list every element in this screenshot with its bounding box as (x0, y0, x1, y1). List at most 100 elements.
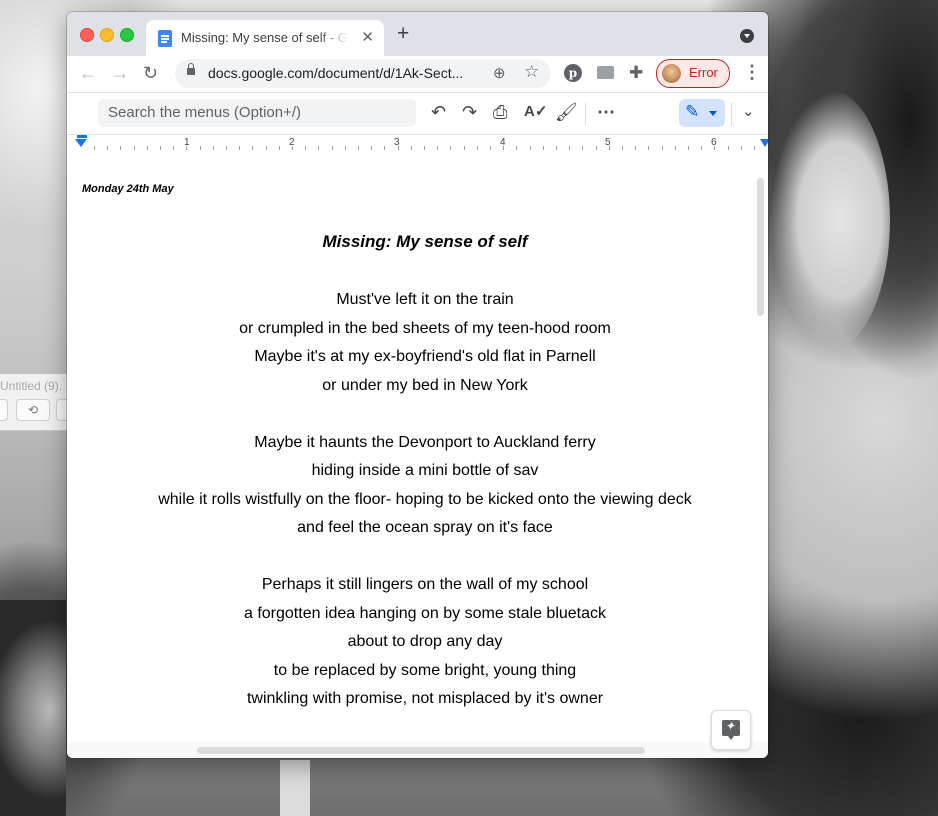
reload-icon[interactable]: ↻ (143, 63, 158, 83)
tab-strip: Missing: My sense of self - Google Docs … (67, 12, 768, 56)
toolbar-divider (731, 103, 732, 125)
forward-icon[interactable]: → (111, 63, 129, 83)
wallpaper-photo-face (770, 90, 890, 350)
document-page[interactable]: Monday 24th May Missing: My sense of sel… (67, 152, 753, 742)
poem-body: Must've left it on the train or crumpled… (67, 290, 768, 718)
ruler-tick (332, 146, 333, 150)
poem-line: while it rolls wistfully on the floor- h… (158, 490, 692, 508)
ruler-tick (147, 146, 148, 150)
profile-error-button[interactable]: Error (656, 59, 730, 88)
browser-toolbar: ← → ↻ docs.google.com/document/d/1Ak-Sec… (67, 56, 768, 92)
menu-search-placeholder: Search the menus (Option+/) (108, 104, 302, 121)
ruler-tick (252, 146, 253, 150)
ruler-tick (411, 146, 412, 150)
poem-line: Perhaps it still lingers on the wall of … (261, 576, 589, 593)
vertical-scrollbar[interactable] (753, 152, 768, 742)
ruler[interactable]: 1 2 3 4 5 6 (67, 134, 768, 154)
ruler-tick (173, 146, 174, 150)
poem-line: twinkling with promise, not misplaced by… (246, 690, 604, 707)
ruler-tick (450, 146, 451, 150)
ruler-tick (94, 146, 95, 150)
ruler-number: 1 (184, 137, 190, 148)
collapse-toolbar-icon[interactable]: ⌄ (742, 101, 755, 123)
poem-line: to be replaced by some bright, young thi… (273, 661, 577, 679)
ruler-tick (701, 146, 702, 150)
menu-search-input[interactable]: Search the menus (Option+/) (98, 99, 416, 127)
ruler-tick (516, 146, 517, 150)
more-icon[interactable]: ⋯ (597, 101, 615, 123)
ruler-tick (464, 146, 465, 150)
ruler-number: 4 (500, 137, 506, 148)
background-window[interactable]: Untitled (9). ⟲ (0, 374, 78, 431)
vertical-scroll-thumb[interactable] (757, 178, 764, 316)
browser-menu-icon[interactable]: ⋮ (743, 62, 761, 83)
minimize-window-button[interactable] (100, 28, 114, 42)
wallpaper-photo-strip (280, 760, 310, 816)
explore-button[interactable] (711, 710, 751, 750)
bookmark-star-icon[interactable]: ☆ (524, 62, 539, 82)
ruler-tick (345, 146, 346, 150)
ruler-tick (556, 146, 557, 150)
ruler-tick (688, 146, 689, 150)
ruler-number: 2 (289, 137, 295, 148)
horizontal-scrollbar[interactable] (67, 742, 753, 758)
left-indent-marker[interactable] (75, 139, 87, 147)
stanza-break (67, 547, 768, 576)
background-window-button[interactable] (0, 399, 8, 421)
address-bar[interactable]: docs.google.com/document/d/1Ak-Sect... ⊕… (175, 59, 551, 88)
explore-icon (722, 719, 740, 736)
close-tab-icon[interactable]: ✕ (361, 28, 374, 46)
ruler-tick (305, 146, 306, 150)
background-window-rotate-icon[interactable]: ⟲ (16, 399, 50, 421)
ruler-tick (662, 146, 663, 150)
zoom-window-button[interactable] (120, 28, 134, 42)
ruler-tick (318, 146, 319, 150)
ruler-tick (160, 146, 161, 150)
paint-format-icon[interactable]: 🖌 (555, 101, 578, 123)
tab-search-icon[interactable] (740, 29, 754, 43)
right-indent-marker[interactable] (760, 139, 768, 147)
ruler-tick (754, 146, 755, 150)
first-line-indent-marker[interactable] (77, 135, 87, 138)
ruler-tick (213, 146, 214, 150)
avatar (662, 64, 681, 83)
ruler-tick (622, 146, 623, 150)
spellcheck-icon[interactable]: A✓ (524, 101, 547, 123)
ruler-tick (239, 146, 240, 150)
puzzle-icon[interactable]: ✚ (629, 64, 647, 82)
lock-icon[interactable] (187, 63, 195, 75)
ruler-tick (358, 146, 359, 150)
ruler-tick (424, 146, 425, 150)
pinterest-icon[interactable]: p (564, 64, 582, 82)
ruler-tick (582, 146, 583, 150)
ruler-tick (530, 146, 531, 150)
chevron-down-icon (709, 111, 717, 116)
editing-mode-button[interactable]: ✎ (679, 99, 725, 127)
address-url[interactable]: docs.google.com/document/d/1Ak-Sect... (208, 65, 463, 81)
poem-line: or crumpled in the bed sheets of my teen… (239, 319, 611, 337)
ruler-tick (741, 146, 742, 150)
tab-title: Missing: My sense of self - Google Docs (181, 30, 349, 45)
ruler-number: 3 (394, 137, 400, 148)
zoom-icon[interactable]: ⊕ (493, 64, 506, 82)
ruler-tick (728, 146, 729, 150)
redo-icon[interactable]: ↷ (462, 101, 477, 123)
ruler-tick (266, 146, 267, 150)
close-window-button[interactable] (80, 28, 94, 42)
ruler-tick (543, 146, 544, 150)
ruler-tick (226, 146, 227, 150)
horizontal-scroll-thumb[interactable] (197, 747, 645, 754)
undo-icon[interactable]: ↶ (431, 101, 446, 123)
browser-window: Missing: My sense of self - Google Docs … (67, 12, 768, 758)
poem-line: about to drop any day (347, 633, 503, 650)
browser-tab[interactable]: Missing: My sense of self - Google Docs … (146, 20, 384, 56)
google-docs-icon (158, 30, 172, 47)
poem-line: or under my bed in New York (322, 376, 528, 394)
ruler-tick (596, 146, 597, 150)
new-tab-button[interactable]: + (397, 23, 409, 44)
back-icon[interactable]: ← (79, 63, 97, 83)
ruler-tick (675, 146, 676, 150)
card-icon[interactable] (597, 66, 614, 79)
poem-line: hiding inside a mini bottle of sav (311, 462, 539, 479)
print-icon[interactable]: ⎙ (493, 101, 507, 123)
